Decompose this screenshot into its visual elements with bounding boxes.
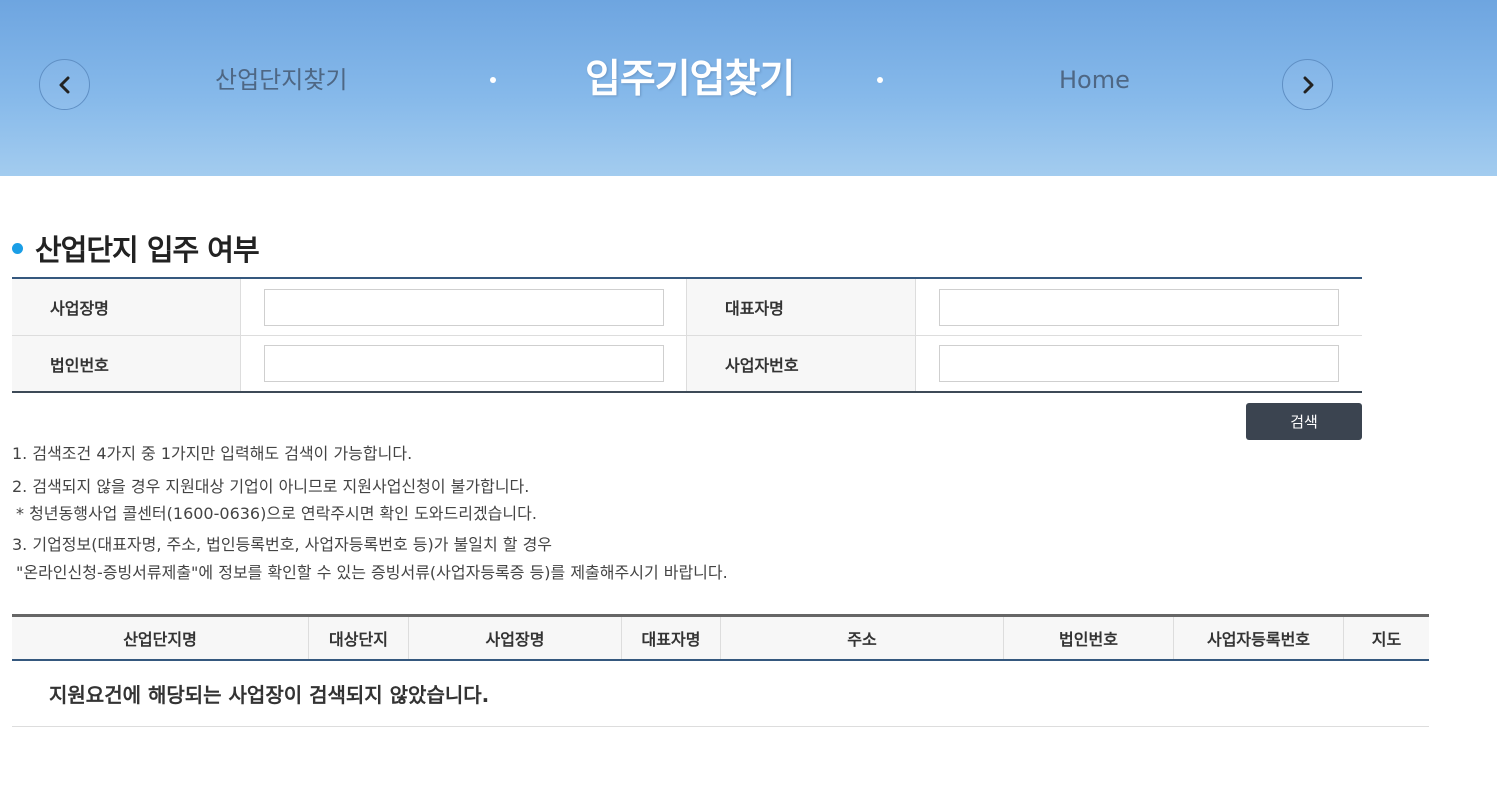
column-header-target-complex: 대상단지: [309, 617, 409, 659]
results-header-row: 산업단지명 대상단지 사업장명 대표자명 주소 법인번호 사업자등록번호 지도: [12, 617, 1429, 661]
biz-number-input[interactable]: [938, 345, 1339, 382]
next-button[interactable]: [1282, 59, 1333, 110]
form-row: 사업장명 대표자명: [12, 279, 1362, 335]
column-header-business-name: 사업장명: [409, 617, 622, 659]
section-header: 산업단지 입주 여부: [12, 228, 260, 268]
empty-result-message: 지원요건에 해당되는 사업장이 검색되지 않았습니다.: [12, 661, 1429, 727]
note-line: 3. 기업정보(대표자명, 주소, 법인등록번호, 사업자등록번호 등)가 불일…: [12, 535, 553, 554]
chevron-left-icon: [59, 76, 69, 93]
column-header-map: 지도: [1371, 630, 1402, 649]
corp-number-label: 법인번호: [12, 336, 241, 391]
corp-number-input[interactable]: [263, 345, 664, 382]
nav-separator-dot: [877, 77, 883, 83]
prev-button[interactable]: [39, 59, 90, 110]
corp-number-cell: [241, 336, 687, 391]
column-header-corp-number: 법인번호: [1004, 617, 1174, 659]
nav-separator-dot: [490, 77, 496, 83]
nav-prev-link[interactable]: 산업단지찾기: [215, 60, 347, 100]
column-header-complex-name: 산업단지명: [12, 617, 309, 659]
column-header-address: 주소: [721, 617, 1004, 659]
section-title: 산업단지 입주 여부: [35, 233, 260, 267]
page-title: 입주기업찾기: [585, 57, 795, 102]
representative-input[interactable]: [938, 288, 1339, 326]
biz-number-label: 사업자번호: [687, 336, 916, 391]
search-button[interactable]: 검색: [1246, 403, 1362, 440]
note-line: "온라인신청-증빙서류제출"에 정보를 확인할 수 있는 증빙서류(사업자등록증…: [16, 563, 728, 582]
header-banner: 산업단지찾기 입주기업찾기 Home: [0, 0, 1497, 176]
bullet-icon: [12, 242, 23, 254]
note-line: * 청년동행사업 콜센터(1600-0636)으로 연락주시면 확인 도와드리겠…: [16, 504, 537, 523]
business-name-cell: [241, 279, 687, 335]
chevron-right-icon: [1303, 76, 1313, 93]
biz-number-cell: [916, 336, 1362, 391]
form-row: 법인번호 사업자번호: [12, 335, 1362, 391]
results-table: 산업단지명 대상단지 사업장명 대표자명 주소 법인번호 사업자등록번호 지도 …: [12, 614, 1429, 727]
representative-cell: [916, 279, 1362, 335]
business-name-input[interactable]: [263, 288, 664, 326]
representative-label: 대표자명: [687, 279, 916, 335]
nav-next-link[interactable]: Home: [1059, 60, 1130, 100]
column-header-representative: 대표자명: [622, 617, 721, 659]
note-line: 1. 검색조건 4가지 중 1가지만 입력해도 검색이 가능합니다.: [12, 444, 413, 463]
business-name-label: 사업장명: [12, 279, 241, 335]
search-form: 사업장명 대표자명 법인번호 사업자번호: [12, 277, 1362, 393]
column-header-biz-number: 사업자등록번호: [1174, 617, 1344, 659]
note-line: 2. 검색되지 않을 경우 지원대상 기업이 아니므로 지원사업신청이 불가합니…: [12, 477, 530, 496]
